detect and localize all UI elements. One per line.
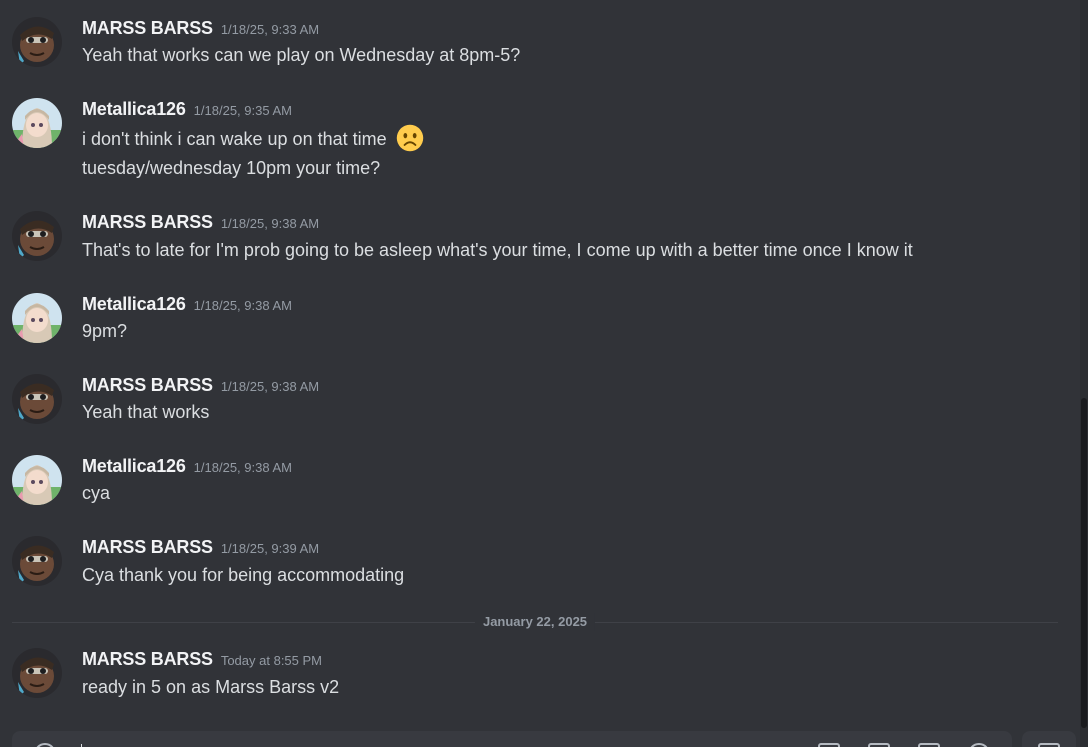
- metallica126-avatar-icon: [12, 293, 62, 343]
- emoji-icon[interactable]: [968, 743, 990, 747]
- message-text: That's to late for I'm prob going to be …: [82, 240, 913, 260]
- timestamp[interactable]: 1/18/25, 9:33 AM: [221, 22, 319, 37]
- timestamp[interactable]: 1/18/25, 9:35 AM: [194, 103, 292, 118]
- message-header: MARSS BARSS 1/18/25, 9:33 AM: [82, 17, 319, 39]
- add-attachment-icon[interactable]: [34, 743, 56, 747]
- message-text: Yeah that works can we play on Wednesday…: [82, 45, 521, 65]
- message-text: 9pm?: [82, 321, 128, 341]
- message-text: i don't think i can wake up on that time: [82, 124, 424, 152]
- scrollbar-thumb[interactable]: [1081, 398, 1087, 728]
- message-header: MARSS BARSS 1/18/25, 9:39 AM: [82, 536, 319, 558]
- username[interactable]: MARSS BARSS: [82, 18, 213, 38]
- message-header: MARSS BARSS Today at 8:55 PM: [82, 648, 322, 670]
- date-divider: January 22, 2025: [12, 613, 1058, 631]
- message-header: Metallica126 1/18/25, 9:38 AM: [82, 455, 292, 477]
- timestamp[interactable]: 1/18/25, 9:38 AM: [194, 460, 292, 475]
- avatar[interactable]: [12, 98, 62, 148]
- gift-icon[interactable]: [818, 743, 840, 747]
- username[interactable]: Metallica126: [82, 456, 186, 476]
- timestamp[interactable]: 1/18/25, 9:39 AM: [221, 541, 319, 556]
- avatar[interactable]: [12, 455, 62, 505]
- sticker-icon[interactable]: [918, 743, 940, 747]
- date-divider-label: January 22, 2025: [474, 613, 596, 631]
- username[interactable]: Metallica126: [82, 294, 186, 314]
- message-text: ready in 5 on as Marss Barss v2: [82, 677, 340, 697]
- marss-barss-avatar-icon: [12, 374, 62, 424]
- username[interactable]: MARSS BARSS: [82, 649, 213, 669]
- marss-barss-avatar-icon: [12, 536, 62, 586]
- message-text: cya: [82, 483, 111, 503]
- message-header: MARSS BARSS 1/18/25, 9:38 AM: [82, 211, 319, 233]
- timestamp[interactable]: Today at 8:55 PM: [221, 653, 322, 668]
- metallica126-avatar-icon: [12, 98, 62, 148]
- timestamp[interactable]: 1/18/25, 9:38 AM: [221, 379, 319, 394]
- message-composer[interactable]: [12, 731, 1012, 747]
- username[interactable]: MARSS BARSS: [82, 537, 213, 557]
- marss-barss-avatar-icon: [12, 211, 62, 261]
- message-header: Metallica126 1/18/25, 9:35 AM: [82, 98, 292, 120]
- avatar[interactable]: [12, 17, 62, 67]
- avatar[interactable]: [12, 293, 62, 343]
- metallica126-avatar-icon: [12, 455, 62, 505]
- marss-barss-avatar-icon: [12, 17, 62, 67]
- scrollbar-track[interactable]: [1080, 0, 1088, 747]
- avatar[interactable]: [12, 211, 62, 261]
- message-text-content: i don't think i can wake up on that time: [82, 129, 387, 149]
- message-text: Yeah that works: [82, 402, 210, 422]
- avatar[interactable]: [12, 374, 62, 424]
- marss-barss-avatar-icon: [12, 648, 62, 698]
- message-text: tuesday/wednesday 10pm your time?: [82, 158, 381, 178]
- avatar[interactable]: [12, 536, 62, 586]
- message-header: MARSS BARSS 1/18/25, 9:38 AM: [82, 374, 319, 396]
- timestamp[interactable]: 1/18/25, 9:38 AM: [221, 216, 319, 231]
- frowning-face-icon[interactable]: [396, 124, 424, 152]
- apps-button[interactable]: [1022, 731, 1076, 747]
- apps-icon: [1038, 743, 1060, 747]
- timestamp[interactable]: 1/18/25, 9:38 AM: [194, 298, 292, 313]
- username[interactable]: Metallica126: [82, 99, 186, 119]
- message-text: Cya thank you for being accommodating: [82, 565, 405, 585]
- message-list[interactable]: MARSS BARSS 1/18/25, 9:33 AM Yeah that wo…: [0, 0, 1088, 747]
- avatar[interactable]: [12, 648, 62, 698]
- username[interactable]: MARSS BARSS: [82, 212, 213, 232]
- message-header: Metallica126 1/18/25, 9:38 AM: [82, 293, 292, 315]
- gif-icon[interactable]: [868, 743, 890, 747]
- username[interactable]: MARSS BARSS: [82, 375, 213, 395]
